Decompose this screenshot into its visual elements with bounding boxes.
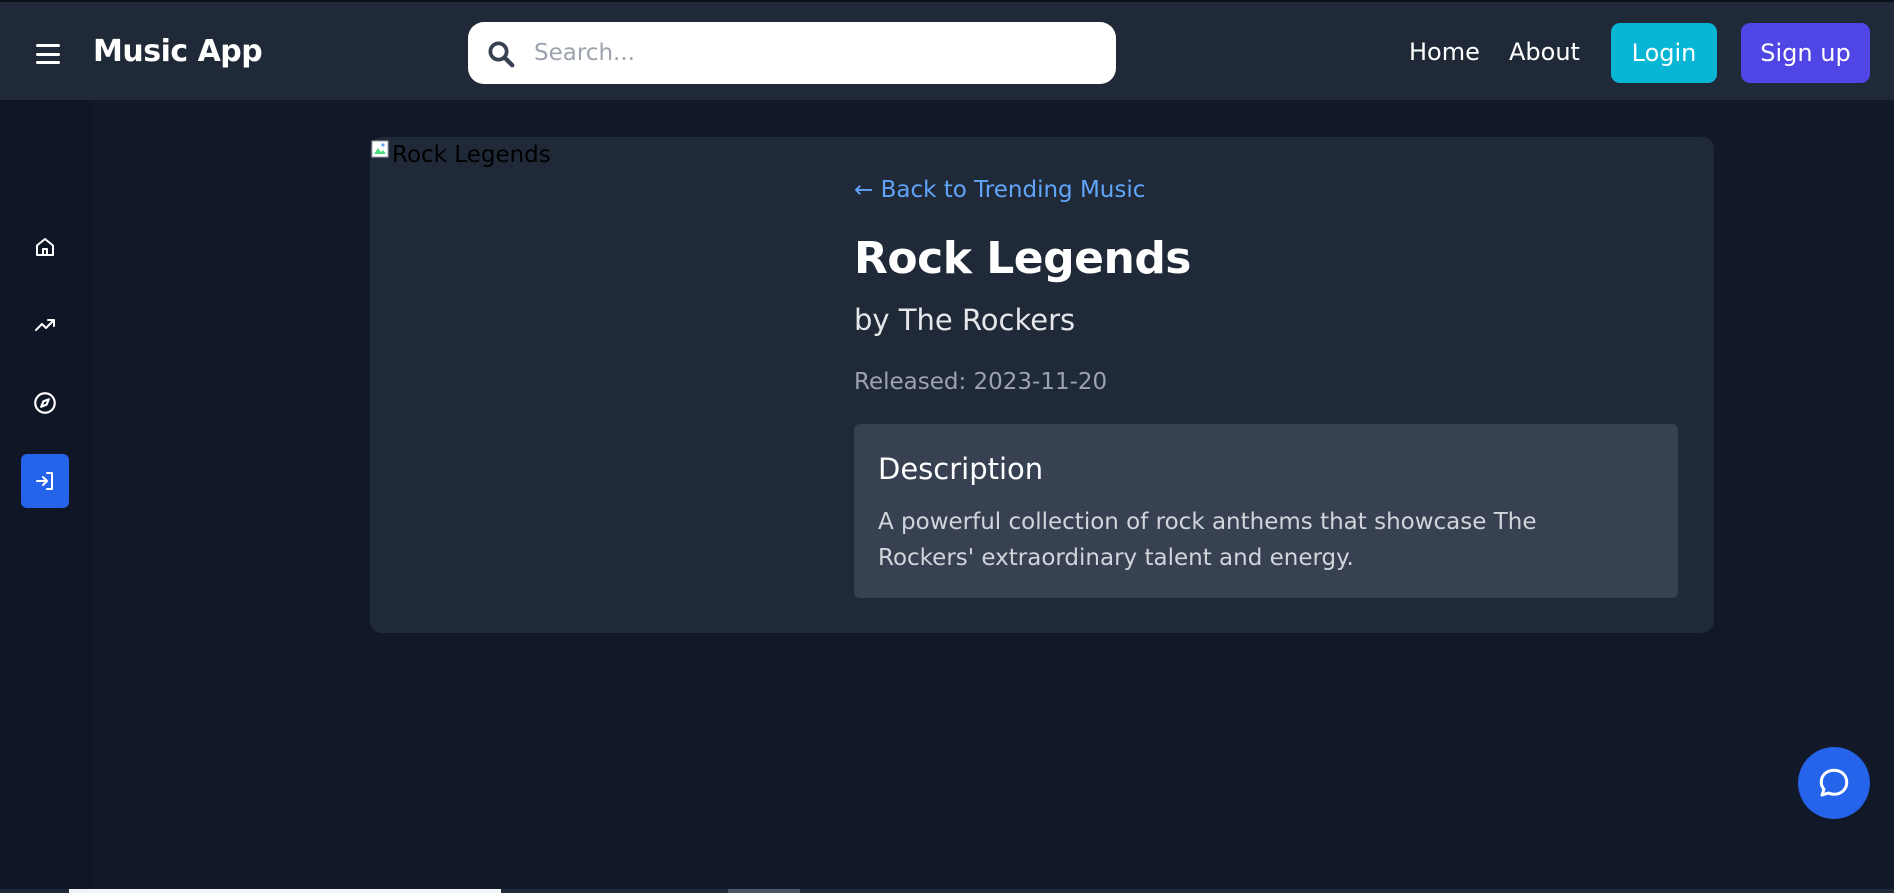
- sidebar-item-login[interactable]: [21, 454, 69, 508]
- search-bar[interactable]: [468, 22, 1116, 84]
- scrollbar-segment: [728, 889, 800, 893]
- compass-icon: [34, 392, 56, 414]
- description-panel: Description A powerful collection of roc…: [854, 424, 1678, 598]
- horizontal-scrollbar[interactable]: [0, 889, 1894, 893]
- sidebar: [0, 100, 93, 893]
- album-artist: by The Rockers: [854, 303, 1076, 337]
- sidebar-item-trending[interactable]: [21, 298, 69, 352]
- broken-image-icon: [371, 140, 389, 158]
- login-icon: [36, 472, 53, 490]
- back-to-trending-link[interactable]: ← Back to Trending Music: [854, 177, 1145, 203]
- search-icon: [488, 41, 515, 68]
- top-navbar: Music App Home About Login Sign up: [0, 0, 1894, 100]
- scrollbar-thumb[interactable]: [69, 889, 501, 893]
- nav-home-link[interactable]: Home: [1409, 38, 1480, 66]
- sidebar-item-home[interactable]: [21, 220, 69, 274]
- signup-button[interactable]: Sign up: [1741, 23, 1870, 83]
- nav-about-link[interactable]: About: [1509, 38, 1580, 66]
- chat-bubble-icon: [1819, 768, 1849, 797]
- album-detail-card: Rock Legends ← Back to Trending Music Ro…: [370, 137, 1714, 633]
- album-cover-image: Rock Legends: [370, 137, 840, 633]
- sidebar-item-explore[interactable]: [21, 376, 69, 430]
- hamburger-menu-icon[interactable]: [36, 44, 60, 64]
- description-text: A powerful collection of rock anthems th…: [878, 509, 1537, 571]
- chat-button[interactable]: [1798, 747, 1870, 819]
- release-date: Released: 2023-11-20: [854, 369, 1108, 395]
- home-icon: [36, 238, 54, 256]
- album-title: Rock Legends: [854, 233, 1192, 284]
- description-heading: Description: [878, 452, 1044, 486]
- search-input[interactable]: [532, 32, 1092, 74]
- login-button[interactable]: Login: [1611, 23, 1717, 83]
- trending-icon: [35, 319, 55, 331]
- app-brand[interactable]: Music App: [93, 34, 263, 69]
- album-cover-alt-text: Rock Legends: [392, 142, 551, 168]
